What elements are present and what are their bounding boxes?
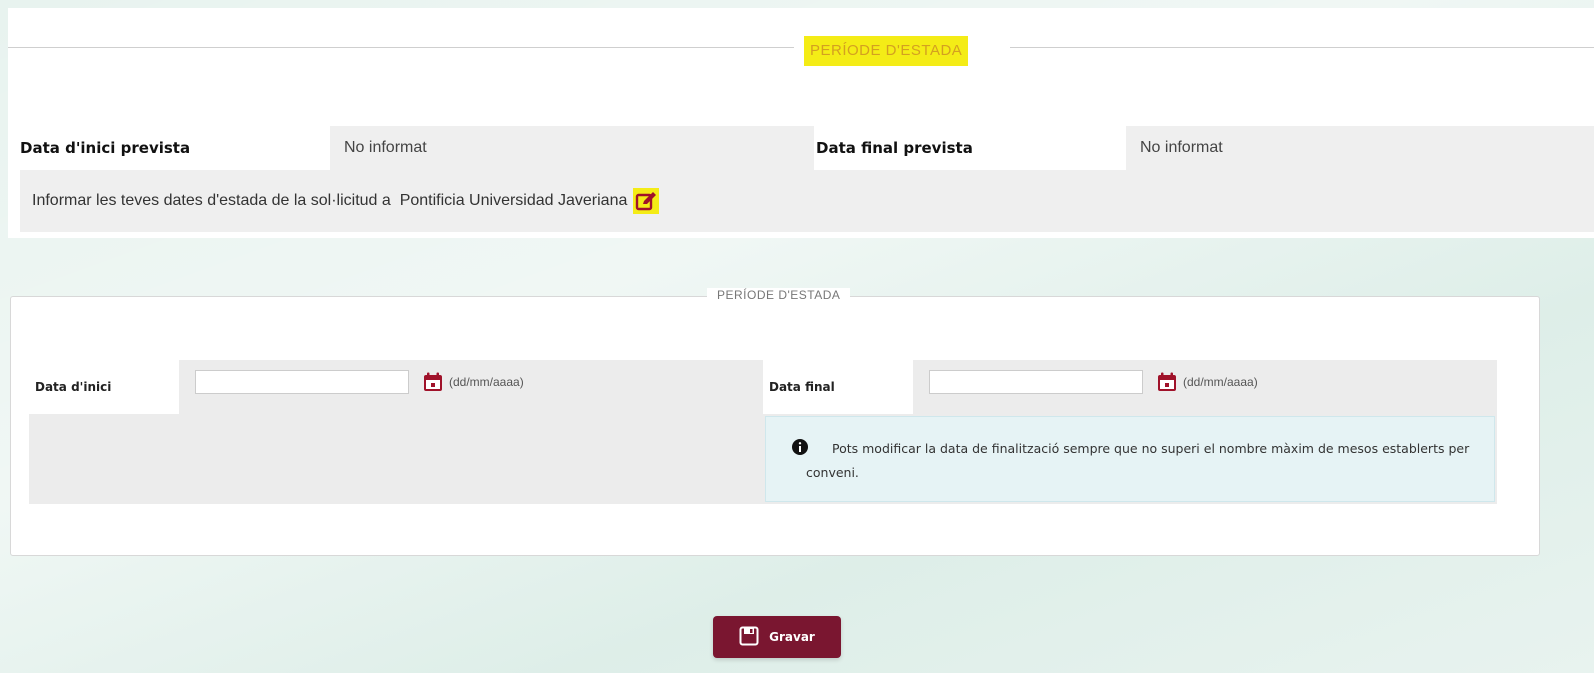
save-button[interactable]: Gravar bbox=[713, 616, 841, 658]
start-date-value: No informat bbox=[330, 126, 814, 170]
section-title: PERÍODE D'ESTADA bbox=[804, 36, 969, 66]
form-grid: Data d'inici (dd/mm/aaaa) Data final (dd… bbox=[29, 360, 1497, 504]
end-date-field-label: Data final bbox=[769, 380, 835, 394]
end-date-value: No informat bbox=[1126, 126, 1594, 170]
start-date-field-label: Data d'inici bbox=[35, 380, 112, 394]
calendar-icon[interactable] bbox=[423, 372, 443, 392]
calendar-icon[interactable] bbox=[1157, 372, 1177, 392]
edit-icon[interactable] bbox=[633, 188, 660, 214]
stay-summary-panel: PERÍODE D'ESTADA Data d'inici prevista N… bbox=[8, 8, 1594, 238]
start-date-format-hint: (dd/mm/aaaa) bbox=[449, 375, 524, 389]
summary-dates-row: Data d'inici prevista No informat Data f… bbox=[20, 126, 1594, 170]
inform-dates-row: Informar les teves dates d'estada de la … bbox=[20, 170, 1594, 232]
info-notice: Pots modificar la data de finalització s… bbox=[765, 416, 1495, 502]
inform-dates-text: Informar les teves dates d'estada de la … bbox=[32, 192, 628, 209]
end-date-label: Data final prevista bbox=[816, 139, 973, 157]
save-icon bbox=[739, 626, 759, 649]
end-date-format-hint: (dd/mm/aaaa) bbox=[1183, 375, 1258, 389]
start-date-input[interactable] bbox=[195, 370, 409, 394]
info-notice-text: Pots modificar la data de finalització s… bbox=[806, 441, 1470, 480]
start-date-label: Data d'inici prevista bbox=[20, 139, 191, 157]
stay-period-form: PERÍODE D'ESTADA Data d'inici (dd/mm/aaa… bbox=[10, 288, 1540, 556]
form-legend: PERÍODE D'ESTADA bbox=[707, 288, 851, 302]
end-date-input[interactable] bbox=[929, 370, 1143, 394]
save-button-label: Gravar bbox=[769, 630, 815, 644]
